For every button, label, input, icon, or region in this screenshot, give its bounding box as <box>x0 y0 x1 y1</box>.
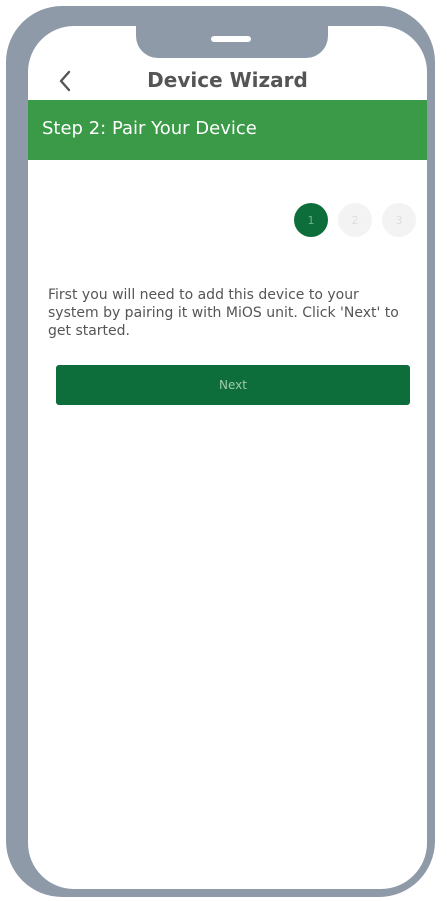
step-progress: 1 2 3 <box>294 203 416 237</box>
step-title: Step 2: Pair Your Device <box>42 118 257 139</box>
step-indicator-3: 3 <box>382 203 416 237</box>
instructions-text: First you will need to add this device t… <box>48 287 399 339</box>
navigation-bar: Device Wizard <box>28 60 427 104</box>
next-button[interactable]: Next <box>56 365 410 405</box>
step-indicator-1: 1 <box>294 203 328 237</box>
page-title: Device Wizard <box>147 68 308 92</box>
step-banner: Step 2: Pair Your Device <box>28 100 427 160</box>
step-indicator-2: 2 <box>338 203 372 237</box>
device-screen: Device Wizard Step 2: Pair Your Device 1… <box>28 26 427 889</box>
phone-speaker <box>211 36 251 42</box>
